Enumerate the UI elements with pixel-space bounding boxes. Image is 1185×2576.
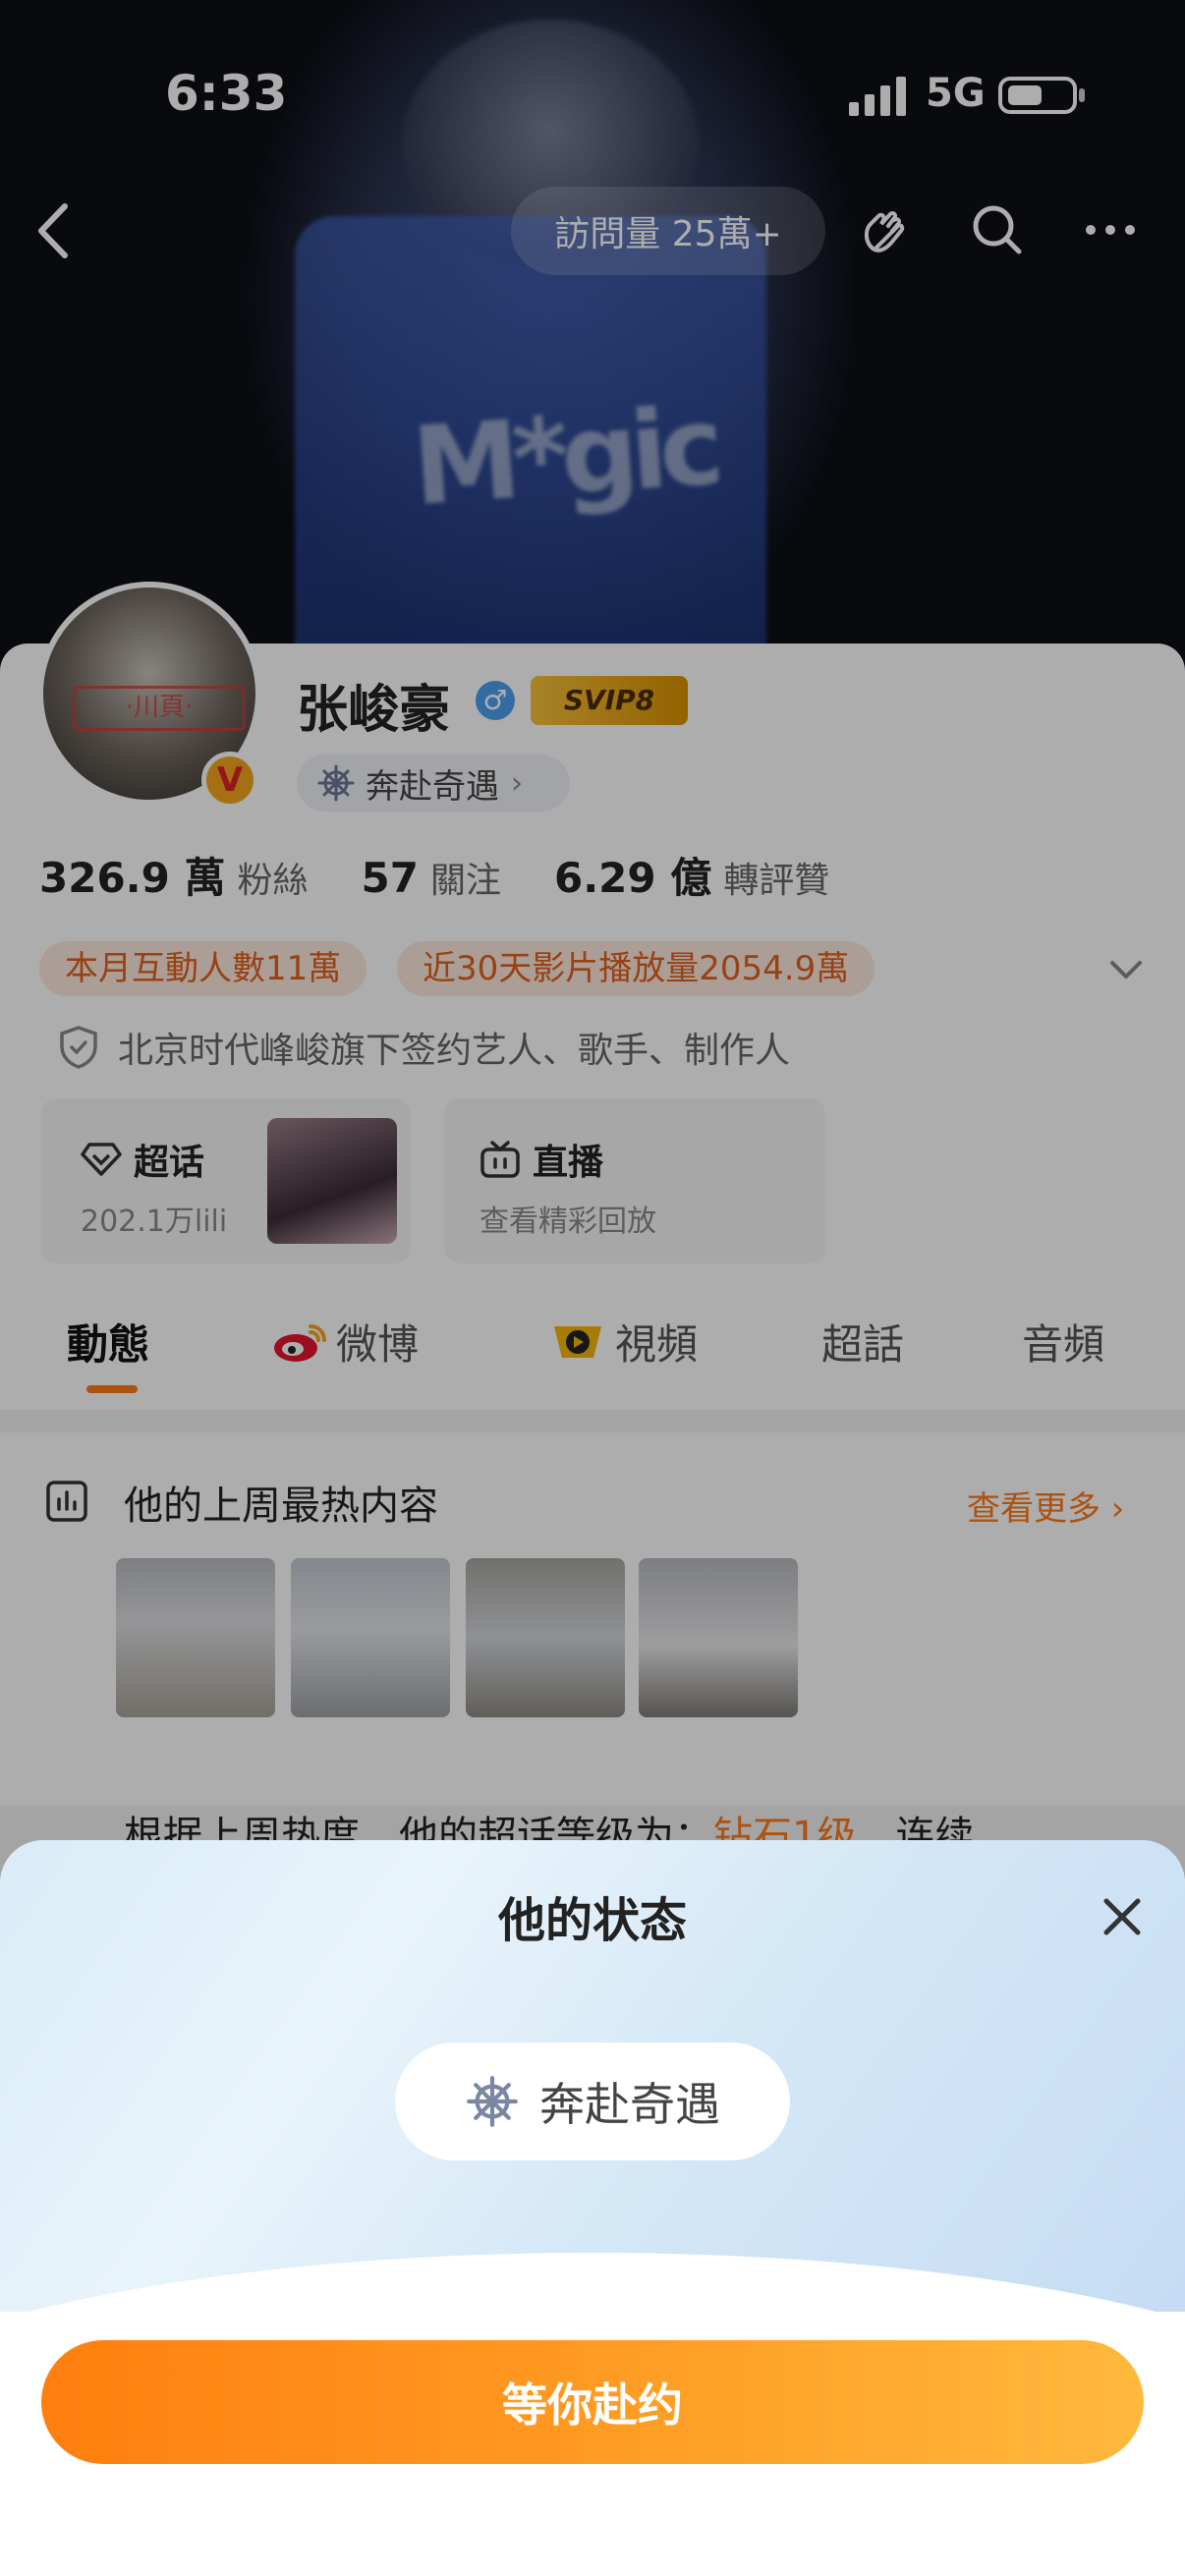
state-pill[interactable]: 奔赴奇遇 [395, 2043, 790, 2160]
status-bottom-sheet: 他的状态 奔赴奇遇 [0, 1840, 1185, 2576]
state-pill-label: 奔赴奇遇 [539, 2078, 720, 2131]
ship-wheel-icon [467, 2076, 518, 2127]
close-icon[interactable] [1095, 1889, 1150, 1944]
sheet-title: 他的状态 [497, 1893, 687, 1948]
cta-button[interactable]: 等你赴约 [41, 2340, 1144, 2464]
